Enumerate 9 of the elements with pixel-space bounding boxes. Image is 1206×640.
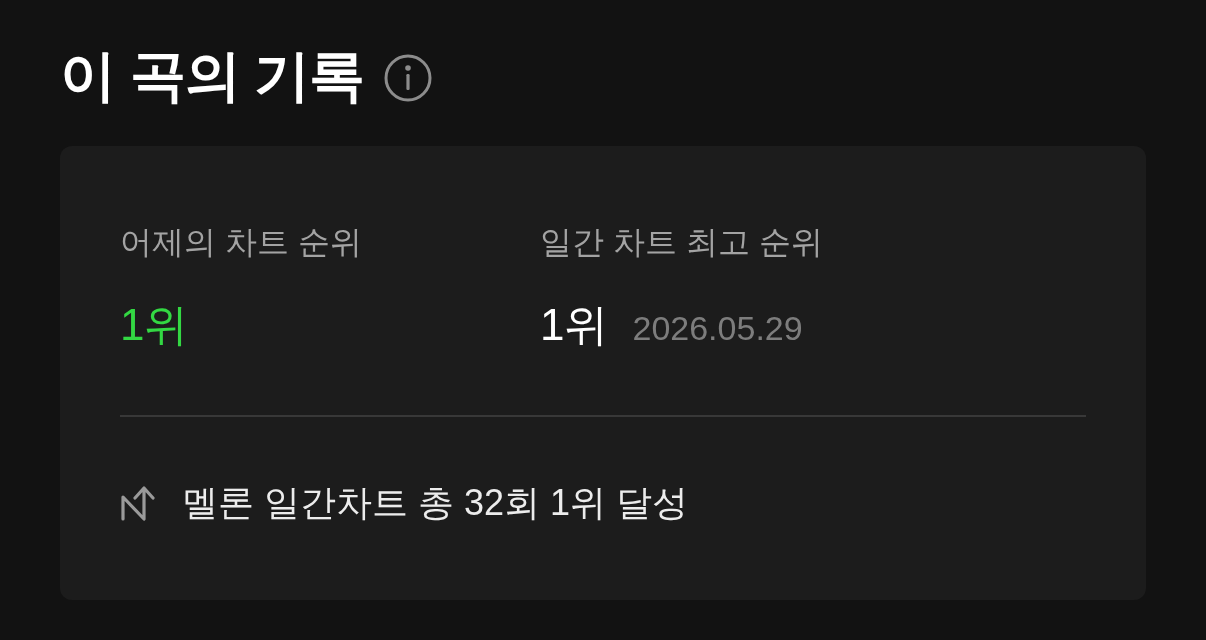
rank-value: 1위 bbox=[540, 299, 609, 351]
info-icon[interactable] bbox=[384, 54, 433, 102]
date-text: 2026.05.29 bbox=[632, 308, 803, 348]
achievement-text: 멜론 일간차트 총 32회 1위 달성 bbox=[182, 481, 689, 525]
stat-label: 어제의 차트 순위 bbox=[120, 223, 363, 262]
stat-label: 일간 차트 최고 순위 bbox=[540, 223, 824, 262]
section-title: 이 곡의 기록 bbox=[60, 43, 365, 109]
zigzag-arrow-icon bbox=[120, 485, 158, 521]
rank-value: 1위 bbox=[120, 299, 189, 351]
